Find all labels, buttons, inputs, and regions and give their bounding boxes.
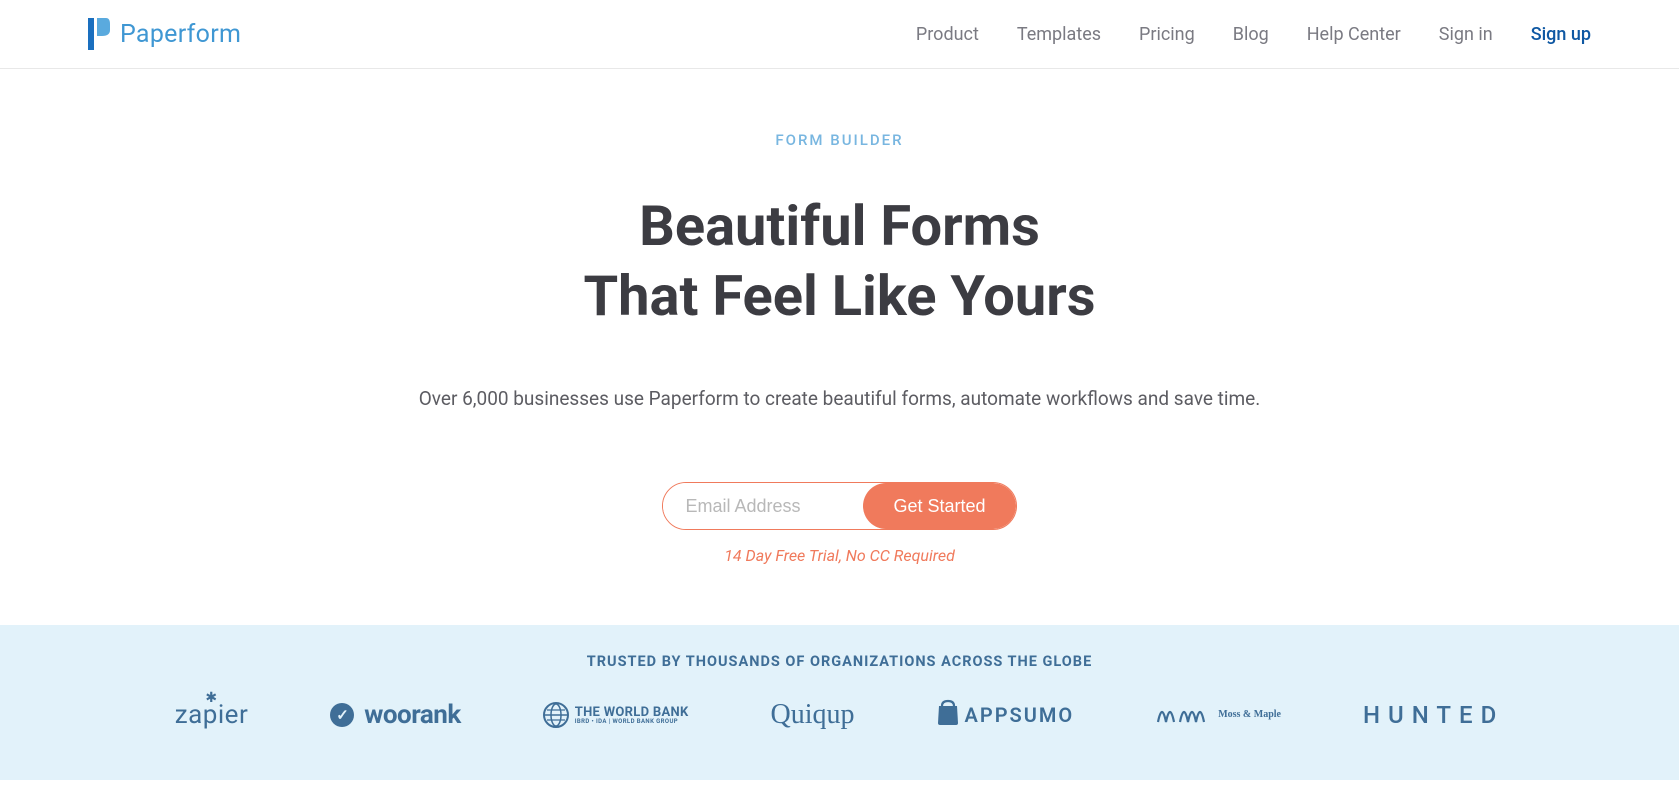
nav-blog[interactable]: Blog (1233, 24, 1269, 45)
check-circle-icon: ✓ (330, 703, 354, 727)
headline-line-1: Beautiful Forms (639, 193, 1040, 259)
header: Paperform Product Templates Pricing Blog… (0, 0, 1679, 69)
nav-sign-in[interactable]: Sign in (1439, 24, 1493, 45)
waves-icon (1156, 698, 1212, 732)
trial-note: 14 Day Free Trial, No CC Required (20, 546, 1659, 565)
world-bank-main: THE WORLD BANK (575, 706, 689, 719)
partner-zapier: ✱ zapier (175, 700, 249, 730)
signup-form: Get Started (662, 482, 1016, 530)
paperform-logo-icon (88, 18, 110, 50)
partner-appsumo: APPSUMO (937, 699, 1075, 731)
world-bank-sub: IBRD • IDA | WORLD BANK GROUP (575, 719, 689, 725)
nav-pricing[interactable]: Pricing (1139, 24, 1195, 45)
nav-sign-up[interactable]: Sign up (1531, 24, 1591, 45)
trusted-title: TRUSTED BY THOUSANDS OF ORGANIZATIONS AC… (20, 653, 1659, 670)
partner-hunted: HUNTED (1363, 701, 1504, 729)
moss-maple-text: Moss & Maple (1218, 710, 1281, 720)
signup-row: Get Started (20, 482, 1659, 530)
headline-line-2: That Feel Like Yours (583, 263, 1095, 329)
nav-help-center[interactable]: Help Center (1307, 24, 1401, 45)
main-nav: Product Templates Pricing Blog Help Cent… (916, 24, 1591, 45)
hero-eyebrow: FORM BUILDER (20, 131, 1659, 149)
trusted-section: TRUSTED BY THOUSANDS OF ORGANIZATIONS AC… (0, 625, 1679, 780)
appsumo-text: APPSUMO (965, 703, 1075, 727)
logo-text: Paperform (120, 20, 241, 49)
partner-woorank: ✓ woorank (330, 700, 460, 730)
nav-product[interactable]: Product (916, 24, 979, 45)
hero-headline: Beautiful Forms That Feel Like Yours (20, 191, 1659, 331)
hero-subhead: Over 6,000 businesses use Paperform to c… (390, 387, 1290, 410)
hero-section: FORM BUILDER Beautiful Forms That Feel L… (0, 69, 1679, 625)
nav-templates[interactable]: Templates (1017, 24, 1101, 45)
woorank-text: woorank (364, 700, 460, 730)
email-input[interactable] (663, 483, 863, 529)
logo-link[interactable]: Paperform (88, 18, 241, 50)
partner-moss-maple: Moss & Maple (1156, 698, 1281, 732)
partner-logo-row: ✱ zapier ✓ woorank THE WORLD BANK IBRD •… (20, 698, 1659, 732)
partner-world-bank: THE WORLD BANK IBRD • IDA | WORLD BANK G… (543, 702, 689, 728)
bag-icon (937, 699, 959, 731)
globe-icon (543, 702, 569, 728)
get-started-button[interactable]: Get Started (863, 483, 1015, 529)
partner-quiqup: Quiqup (771, 699, 855, 731)
asterisk-icon: ✱ (205, 690, 217, 706)
